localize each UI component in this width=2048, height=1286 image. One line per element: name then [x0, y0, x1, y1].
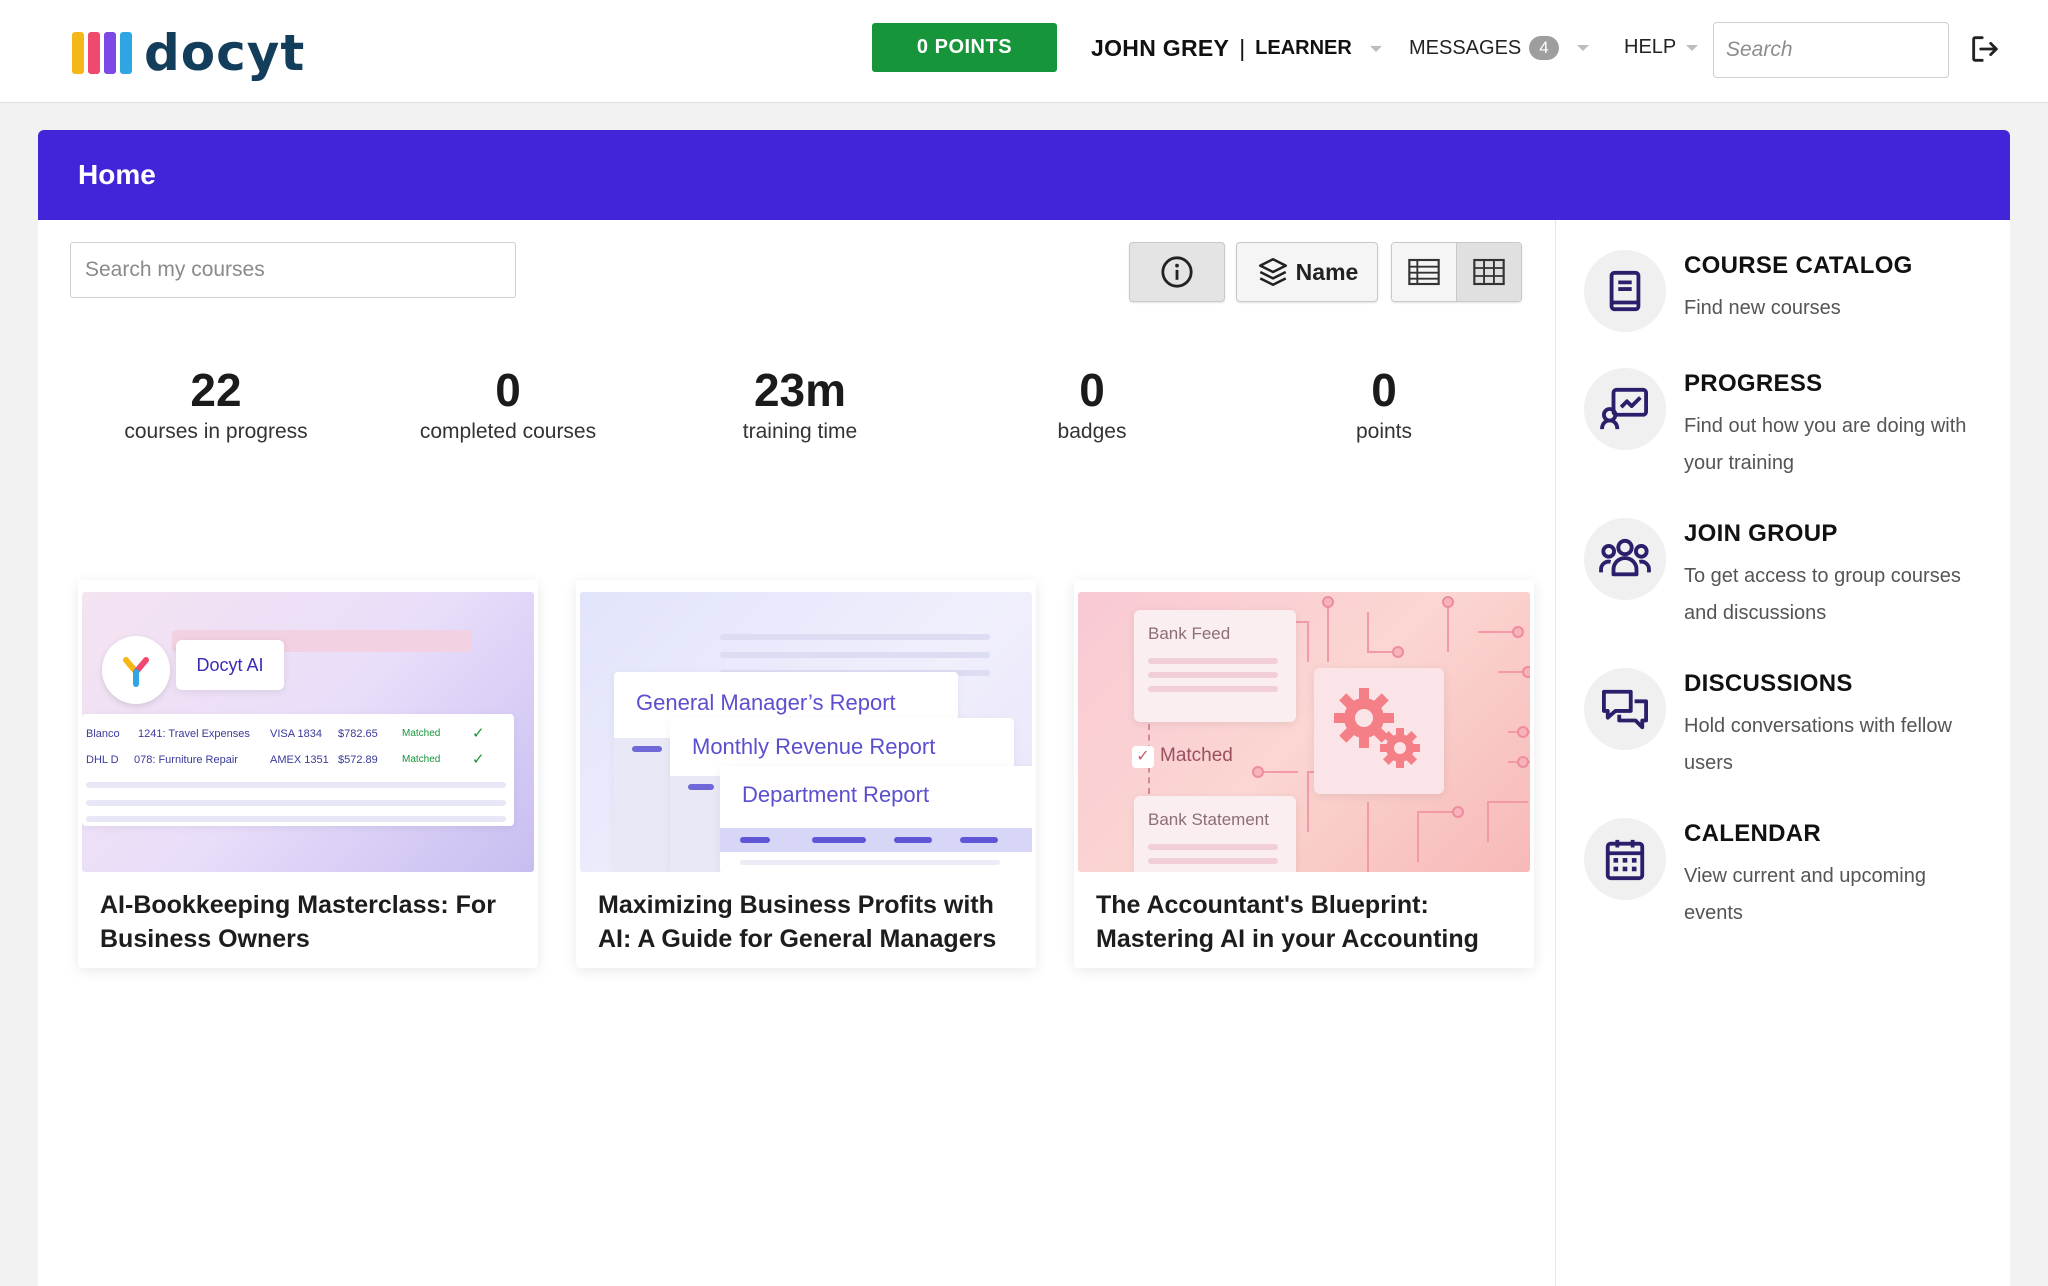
gears-icon [1314, 668, 1444, 794]
sidebar-item-desc: Hold conversations with fellow users [1684, 715, 1952, 774]
stat-courses-in-progress: 22 courses in progress [86, 364, 346, 444]
grid-view-button[interactable] [1456, 243, 1521, 301]
sort-by-name-button[interactable]: Name [1236, 242, 1378, 302]
stat-value: 22 [190, 364, 242, 416]
chat-bubbles-icon [1584, 668, 1666, 750]
sidebar-item-title: DISCUSSIONS [1684, 670, 1853, 697]
home-panel: Home Name 2 [38, 130, 2010, 1286]
docyt-logo[interactable]: docyt [72, 28, 305, 78]
view-toggle [1391, 242, 1522, 302]
sort-label: Name [1295, 258, 1359, 285]
course-thumbnail: Docyt AI Blanco 1241: Travel Expenses VI… [82, 592, 534, 872]
course-title[interactable]: The Accountant's Blueprint: Mastering AI… [1096, 888, 1516, 956]
report-label: Department Report [742, 782, 930, 807]
messages-label: MESSAGES [1409, 36, 1522, 59]
group-icon [1584, 518, 1666, 600]
docyt-ai-pill: Docyt AI [176, 640, 284, 690]
sidebar-item-title: PROGRESS [1684, 370, 1823, 397]
stat-label: completed courses [419, 420, 597, 443]
layers-icon [1258, 257, 1287, 287]
page-header: Home [38, 130, 2010, 220]
sidebar-item-title: COURSE CATALOG [1684, 252, 1913, 279]
logo-mark [72, 32, 132, 74]
stat-label: badges [1057, 420, 1127, 443]
chevron-down-icon [1369, 45, 1382, 52]
bank-feed-label: Bank Feed [1148, 624, 1231, 643]
stat-label: points [1355, 420, 1413, 443]
logo-wordmark: docyt [144, 24, 306, 82]
sidebar-divider [1555, 220, 1556, 1286]
progress-chart-icon [1584, 368, 1666, 450]
sidebar-item-title: CALENDAR [1684, 820, 1822, 847]
matched-label: Matched [1160, 745, 1233, 766]
course-thumbnail: General Manager’s Report Monthly Revenue… [580, 592, 1032, 872]
course-card[interactable]: Docyt AI Blanco 1241: Travel Expenses VI… [78, 580, 538, 968]
sidebar-item-title: JOIN GROUP [1684, 520, 1838, 547]
course-title[interactable]: Maximizing Business Profits with AI: A G… [598, 888, 1018, 956]
help-menu[interactable]: HELP [1624, 36, 1699, 59]
stat-label: training time [742, 420, 858, 443]
check-icon: ✓ [1132, 746, 1154, 768]
sidebar-item-desc: Find out how you are doing with your tra… [1684, 415, 1967, 474]
chevron-down-icon [1576, 45, 1589, 51]
course-card[interactable]: General Manager’s Report Monthly Revenue… [576, 580, 1036, 968]
stat-value: 0 [1079, 364, 1105, 416]
course-card[interactable]: Bank Feed ✓ Matched Bank Statement The A… [1074, 580, 1534, 968]
stat-badges: 0 badges [962, 364, 1222, 444]
stat-label: courses in progress [124, 420, 308, 443]
grid-view-icon [1473, 258, 1505, 286]
list-view-icon [1408, 258, 1440, 286]
help-label: HELP [1624, 36, 1677, 58]
stat-completed-courses: 0 completed courses [378, 364, 638, 444]
sidebar-item-desc: View current and upcoming events [1684, 865, 1926, 924]
report-label: General Manager’s Report [636, 690, 896, 715]
book-icon [1584, 250, 1666, 332]
report-label: Monthly Revenue Report [692, 734, 936, 759]
points-button[interactable]: 0 POINTS [872, 23, 1057, 72]
stat-value: 0 [1371, 364, 1397, 416]
list-view-button[interactable] [1392, 243, 1456, 301]
docyt-ai-logo-icon [102, 636, 170, 704]
sidebar-item-desc: Find new courses [1684, 297, 1841, 319]
transactions-table: Blanco 1241: Travel Expenses VISA 1834 $… [82, 714, 514, 826]
info-icon [1161, 256, 1193, 288]
bank-statement-label: Bank Statement [1148, 810, 1269, 829]
user-separator: | [1239, 35, 1246, 61]
check-icon: ✓ [472, 751, 485, 768]
learning-stats: 22 courses in progress 0 completed cours… [70, 364, 1530, 464]
user-role: LEARNER [1255, 37, 1352, 59]
user-menu[interactable]: JOHN GREY | LEARNER [1091, 35, 1382, 62]
user-name: JOHN GREY [1091, 35, 1230, 61]
messages-count-badge: 4 [1529, 36, 1559, 60]
stat-points: 0 points [1254, 364, 1514, 444]
top-bar: docyt 0 POINTS JOHN GREY | LEARNER MESSA… [0, 0, 2048, 103]
stat-value: 23m [753, 364, 847, 416]
global-search-input[interactable] [1713, 22, 1949, 78]
sidebar-item-desc: To get access to group courses and discu… [1684, 565, 1961, 624]
course-search-input[interactable] [70, 242, 516, 298]
info-button[interactable] [1129, 242, 1225, 302]
calendar-icon [1584, 818, 1666, 900]
stat-value: 0 [495, 364, 521, 416]
messages-menu[interactable]: MESSAGES 4 [1409, 36, 1589, 60]
course-title[interactable]: AI-Bookkeeping Masterclass: For Business… [100, 888, 520, 956]
chevron-down-icon [1686, 44, 1699, 51]
logout-icon[interactable] [1968, 32, 2002, 66]
course-thumbnail: Bank Feed ✓ Matched Bank Statement [1078, 592, 1530, 872]
check-icon: ✓ [472, 725, 485, 742]
stat-training-time: 23m training time [670, 364, 930, 444]
page-title: Home [78, 159, 156, 190]
